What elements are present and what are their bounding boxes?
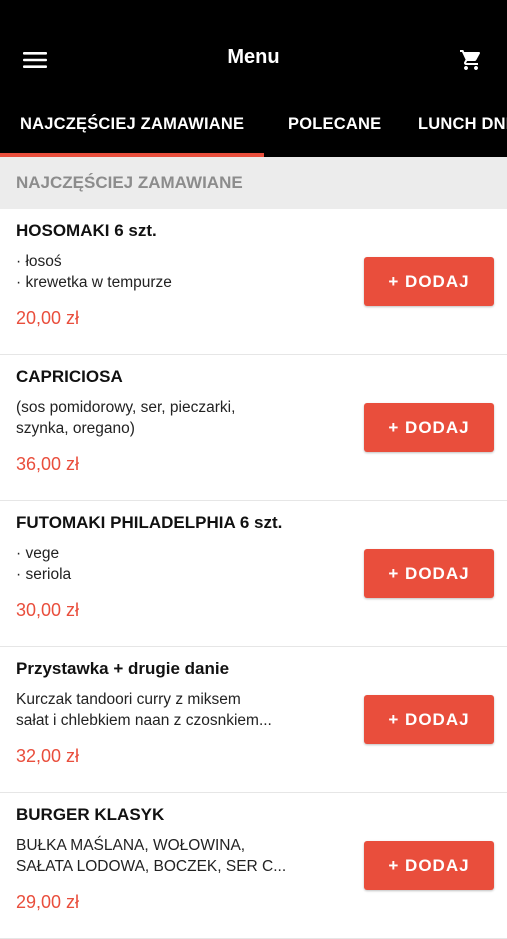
item-price: 32,00 zł bbox=[16, 746, 80, 766]
menu-list: HOSOMAKI 6 szt. · łosoś · krewetka w tem… bbox=[0, 209, 507, 939]
item-description: Kurczak tandoori curry z miksem sałat i … bbox=[16, 689, 316, 731]
list-item: CAPRICIOSA (sos pomidorowy, ser, pieczar… bbox=[0, 355, 507, 501]
item-description: (sos pomidorowy, ser, pieczarki, szynka,… bbox=[16, 397, 316, 439]
item-name: FUTOMAKI PHILADELPHIA 6 szt. bbox=[16, 513, 283, 532]
item-name: CAPRICIOSA bbox=[16, 367, 123, 386]
item-price: 20,00 zł bbox=[16, 308, 80, 328]
item-description-line: Kurczak tandoori curry z miksem bbox=[16, 691, 241, 708]
top-bar: Menu NAJCZĘŚCIEJ ZAMAWIANE POLECANE LUNC… bbox=[0, 0, 507, 157]
item-description-line: BUŁKA MAŚLANA, WOŁOWINA, bbox=[16, 837, 246, 854]
item-description-line: · łosoś bbox=[16, 253, 62, 270]
item-description-line: SAŁATA LODOWA, BOCZEK, SER C... bbox=[16, 858, 287, 875]
item-description-line: · seriola bbox=[16, 566, 72, 583]
list-item: FUTOMAKI PHILADELPHIA 6 szt. · vege · se… bbox=[0, 501, 507, 647]
list-item: BURGER KLASYK BUŁKA MAŚLANA, WOŁOWINA, S… bbox=[0, 793, 507, 939]
tab-label: POLECANE bbox=[288, 115, 382, 133]
item-description-line: · krewetka w tempurze bbox=[16, 274, 172, 291]
item-price: 36,00 zł bbox=[16, 454, 80, 474]
item-description-line: (sos pomidorowy, ser, pieczarki, bbox=[16, 399, 236, 416]
shopping-cart-icon bbox=[460, 50, 481, 70]
tab-label: LUNCH DNIA bbox=[418, 115, 507, 133]
category-tabs: NAJCZĘŚCIEJ ZAMAWIANE POLECANE LUNCH DNI… bbox=[0, 98, 507, 157]
page-title: Menu bbox=[227, 46, 280, 68]
section-header: NAJCZĘŚCIEJ ZAMAWIANE bbox=[0, 157, 507, 209]
add-button[interactable]: + DODAJ bbox=[364, 549, 494, 598]
item-description-line: szynka, oregano) bbox=[16, 420, 135, 437]
item-name: HOSOMAKI 6 szt. bbox=[16, 221, 157, 240]
add-button[interactable]: + DODAJ bbox=[364, 403, 494, 452]
item-description: · vege · seriola bbox=[16, 543, 316, 585]
add-button[interactable]: + DODAJ bbox=[364, 257, 494, 306]
item-description-line: sałat i chlebkiem naan z czosnkiem... bbox=[16, 712, 272, 729]
item-name: Przystawka + drugie danie bbox=[16, 659, 230, 678]
cart-button[interactable] bbox=[449, 38, 493, 82]
item-description: · łosoś · krewetka w tempurze bbox=[16, 251, 316, 293]
add-button[interactable]: + DODAJ bbox=[364, 841, 494, 890]
list-item: Przystawka + drugie danie Kurczak tandoo… bbox=[0, 647, 507, 793]
tab-najczesciej-zamawiane[interactable]: NAJCZĘŚCIEJ ZAMAWIANE bbox=[0, 98, 265, 157]
tab-polecane[interactable]: POLECANE bbox=[288, 98, 381, 157]
item-name: BURGER KLASYK bbox=[16, 805, 165, 824]
item-price: 29,00 zł bbox=[16, 892, 80, 912]
tab-lunch-dnia[interactable]: LUNCH DNIA bbox=[418, 98, 507, 157]
add-button[interactable]: + DODAJ bbox=[364, 695, 494, 744]
item-description: BUŁKA MAŚLANA, WOŁOWINA, SAŁATA LODOWA, … bbox=[16, 835, 316, 877]
tab-label: NAJCZĘŚCIEJ ZAMAWIANE bbox=[20, 115, 245, 133]
item-price: 30,00 zł bbox=[16, 600, 80, 620]
list-item: HOSOMAKI 6 szt. · łosoś · krewetka w tem… bbox=[0, 209, 507, 355]
item-description-line: · vege bbox=[16, 545, 60, 562]
